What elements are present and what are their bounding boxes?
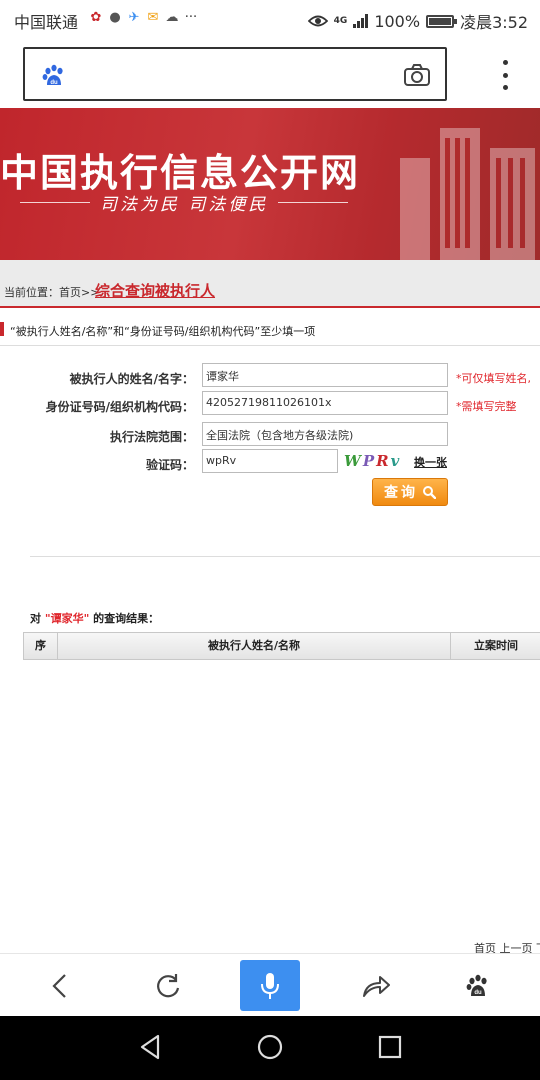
column-filing-date: 立案时间 <box>474 639 518 652</box>
slogan-right-line <box>278 202 349 203</box>
baidu-paw-icon[interactable]: du <box>41 63 67 89</box>
slogan-left-line <box>20 202 90 203</box>
result-prefix: 对 <box>30 612 41 625</box>
name-note: *可仅填写姓名, <box>456 372 531 385</box>
wechat-icon: ☁ <box>165 10 179 25</box>
battery-icon <box>426 14 458 28</box>
captcha-label: 验证码： <box>145 458 194 472</box>
app-notification-icon: ✿ <box>90 10 102 25</box>
id-number-input[interactable]: 42052719811026101x <box>202 391 448 415</box>
building-decoration <box>400 128 535 260</box>
form-hint: “被执行人姓名/名称”和“身份证号码/组织机构代码”至少填一项 <box>0 316 540 346</box>
breadcrumb-current[interactable]: 综合查询被执行人 <box>95 280 215 301</box>
address-bar[interactable]: du <box>23 47 447 101</box>
result-table-header: 序 被执行人姓名/名称 立案时间 <box>23 632 540 660</box>
chat-bubble-icon: ● <box>109 10 121 25</box>
magnifier-icon <box>423 486 436 499</box>
column-name: 被执行人姓名/名称 <box>58 633 451 659</box>
back-arrow-icon <box>52 974 66 998</box>
captcha-input[interactable]: wpRv <box>202 449 338 473</box>
hint-marker <box>0 322 4 336</box>
change-captcha-link[interactable]: 换一张 <box>414 454 447 470</box>
site-banner: 中国执行信息公开网 司法为民 司法便民 <box>0 108 540 260</box>
name-input[interactable]: 谭家华 <box>202 363 448 387</box>
hint-text: “被执行人姓名/名称”和“身份证号码/组织机构代码”至少填一项 <box>10 325 316 338</box>
court-select[interactable]: 全国法院（包含地方各级法院) <box>202 422 448 446</box>
eye-comfort-icon <box>307 15 328 27</box>
name-label: 被执行人的姓名/名字： <box>69 372 194 386</box>
microphone-icon <box>261 972 279 999</box>
refresh-icon <box>157 974 180 998</box>
notification-icons: ✿ ● ✈ ✉ ☁ ··· <box>88 10 199 26</box>
camera-icon[interactable] <box>403 63 431 87</box>
baidu-paw-icon: du <box>466 974 487 996</box>
captcha-char: P <box>362 452 377 470</box>
captcha-char: v <box>390 452 402 470</box>
baidu-home-button[interactable]: du <box>450 962 506 1010</box>
system-nav-bar <box>0 1016 540 1080</box>
share-arrow-icon <box>363 976 390 997</box>
nav-back-icon[interactable] <box>136 1032 166 1062</box>
captcha-char: R <box>376 452 391 470</box>
court-label: 执行法院范围： <box>109 430 194 444</box>
carrier-name: 中国联通 <box>14 13 79 32</box>
id-note: *需填写完整 <box>456 400 517 413</box>
back-button[interactable] <box>32 962 88 1010</box>
network-type: 4G <box>333 16 348 26</box>
column-index: 序 <box>24 633 58 659</box>
nav-recents-icon[interactable] <box>375 1032 405 1062</box>
svg-text:du: du <box>50 80 58 86</box>
battery-percent: 100% <box>374 11 421 31</box>
share-button[interactable] <box>348 962 404 1010</box>
signal-icon <box>353 14 369 28</box>
breadcrumb: 当前位置：首页>> 综合查询被执行人 <box>0 260 540 308</box>
send-icon: ✈ <box>128 10 140 25</box>
id-label: 身份证号码/组织机构代码： <box>45 400 194 414</box>
result-query-name: "谭家华" <box>44 612 90 625</box>
mail-icon: ✉ <box>147 10 159 25</box>
more-notifications-icon: ··· <box>184 10 198 25</box>
status-bar: 中国联通 ✿ ● ✈ ✉ ☁ ··· 4G 100% 凌晨3:52 <box>0 0 540 38</box>
svg-text:du: du <box>474 990 482 996</box>
refresh-button[interactable] <box>140 962 196 1010</box>
overflow-menu-icon[interactable] <box>497 60 513 90</box>
nav-home-icon[interactable] <box>255 1032 285 1062</box>
captcha-char: W <box>344 452 363 470</box>
captcha-image[interactable]: WPRv <box>344 452 401 470</box>
site-slogan: 司法为民 司法便民 <box>20 190 349 215</box>
result-suffix: 的查询结果： <box>93 612 160 625</box>
voice-search-button[interactable] <box>240 960 300 1011</box>
breadcrumb-prefix[interactable]: 当前位置：首页>> <box>4 284 99 300</box>
query-button-label: 查询 <box>384 485 418 501</box>
result-title: 对 "谭家华" 的查询结果： <box>30 610 159 626</box>
slogan-text: 司法为民 司法便民 <box>100 195 269 215</box>
clock: 凌晨3:52 <box>460 13 528 32</box>
section-divider <box>30 556 540 557</box>
query-button[interactable]: 查询 <box>372 478 448 506</box>
browser-toolbar: du <box>0 953 540 1016</box>
site-title: 中国执行信息公开网 <box>0 150 361 195</box>
